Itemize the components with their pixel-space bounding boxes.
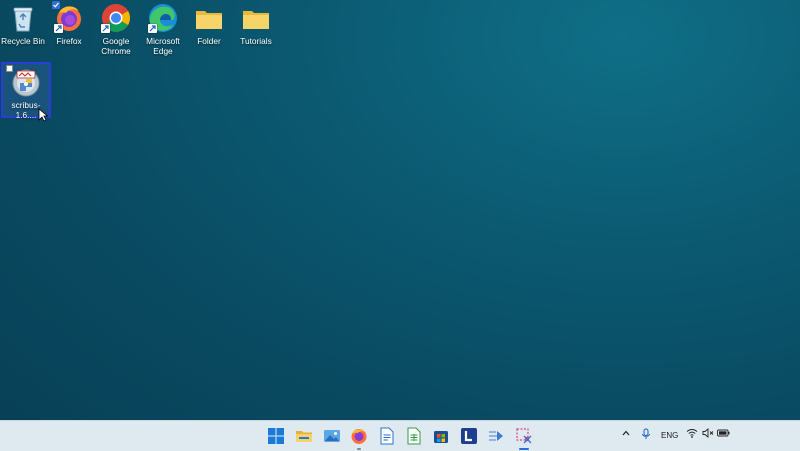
checkbox-icon <box>52 1 60 9</box>
desktop-icon-label: Firefox <box>56 36 82 46</box>
shortcut-arrow-icon <box>101 24 110 33</box>
writer-document-icon[interactable] <box>378 427 396 445</box>
desktop-icon-label: Folder <box>197 36 221 46</box>
desktop[interactable]: Recycle Bin Firefox Google Chrome Micros… <box>0 0 800 420</box>
microphone-icon[interactable] <box>641 428 651 442</box>
desktop-icon-label: Microsoft Edge <box>146 36 180 56</box>
desktop-icon-recycle-bin[interactable]: Recycle Bin <box>0 0 46 46</box>
recycle-bin-icon <box>8 3 38 33</box>
firefox-icon[interactable] <box>350 427 368 450</box>
desktop-icon-label: Google Chrome <box>101 36 131 56</box>
spreadsheet-icon[interactable] <box>405 427 423 445</box>
microsoft-store-icon[interactable] <box>432 427 450 445</box>
desktop-icon-folder[interactable]: Folder <box>186 0 232 46</box>
desktop-icon-tutorials[interactable]: Tutorials <box>233 0 279 46</box>
volume-muted-icon[interactable] <box>702 428 714 440</box>
taskbar: ENG <box>0 420 800 451</box>
folder-icon <box>241 3 271 33</box>
desktop-icon-label: Recycle Bin <box>1 36 45 46</box>
desktop-icon-label: Tutorials <box>240 36 272 46</box>
shortcut-arrow-icon <box>54 24 63 33</box>
desktop-icon-google-chrome[interactable]: Google Chrome <box>93 0 139 56</box>
mouse-pointer-icon <box>38 108 49 122</box>
desktop-icon-microsoft-edge[interactable]: Microsoft Edge <box>140 0 186 56</box>
arrow-app-icon[interactable] <box>487 427 505 445</box>
checkbox-icon <box>6 65 13 72</box>
edge-icon <box>148 3 178 33</box>
desktop-icon-firefox[interactable]: Firefox <box>46 0 92 46</box>
wifi-icon[interactable] <box>686 428 698 440</box>
language-indicator[interactable]: ENG <box>661 431 678 440</box>
file-explorer-icon[interactable] <box>295 427 313 445</box>
photos-icon[interactable] <box>323 427 341 445</box>
firefox-icon <box>52 1 84 33</box>
folder-icon <box>194 3 224 33</box>
battery-icon[interactable] <box>717 428 730 440</box>
chrome-icon <box>101 3 131 33</box>
l-app-icon[interactable] <box>460 427 478 445</box>
shortcut-arrow-icon <box>148 24 157 33</box>
show-hidden-icons-chevron-up-icon[interactable] <box>621 428 631 440</box>
windows-start-icon[interactable] <box>267 427 285 445</box>
snipping-tool-icon[interactable] <box>515 427 533 450</box>
scribus-installer-icon <box>6 65 41 97</box>
